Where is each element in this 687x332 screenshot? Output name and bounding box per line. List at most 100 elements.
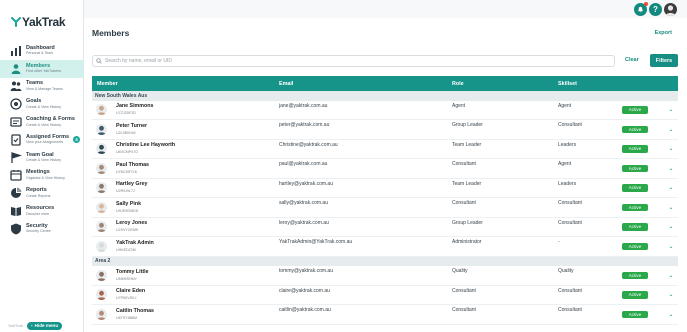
sidebar-item-text: Assigned Forms View your Assignments — [26, 134, 69, 145]
member-skillset: Consultant — [558, 287, 582, 294]
status-badge[interactable]: Active — [622, 203, 648, 211]
table-row[interactable]: Claire Eden U7P5KVSKJ claire@yaktrak.com.a… — [92, 286, 678, 305]
status-badge[interactable]: Active — [622, 310, 648, 318]
member-cell: Christine Lee Hayworth U6VCMPX7O — [92, 140, 279, 159]
sidebar-item-assigned-forms[interactable]: Assigned Forms View your Assignments 4 — [0, 131, 84, 149]
status-cell: Active — [622, 140, 664, 159]
hide-menu-button[interactable]: ‹ Hide menu — [27, 321, 63, 330]
table-row[interactable]: Caitlin Thomas U6TSY8B8M caitlin@yaktrak.c… — [92, 305, 678, 325]
table-row[interactable]: Peter Turner U2L3B0H40 peter@yaktrak.com.a… — [92, 120, 678, 140]
chevron-down-icon[interactable]: ⌄ — [668, 291, 673, 298]
header-member[interactable]: Member — [92, 81, 279, 87]
chevron-down-icon[interactable]: ⌄ — [668, 223, 673, 230]
member-text: YakTrak Admin UHKEDZ2M — [116, 240, 154, 252]
member-role: Team Leader — [452, 180, 482, 187]
sidebar-item-sublabel: Organise & View History — [26, 175, 65, 180]
table-row[interactable]: Hartley Grey U2R9J9L7J hartley@yaktrak.com… — [92, 179, 678, 198]
sidebar-item-resources[interactable]: Resources Discover more — [0, 202, 84, 220]
sidebar-item-text: Dashboard Personal & Team — [26, 45, 55, 56]
export-link[interactable]: Export — [655, 30, 672, 36]
user-avatar[interactable] — [664, 3, 677, 16]
status-badge[interactable]: Active — [622, 242, 648, 250]
table-row[interactable]: Leroy Jones U2SVY2G6RI leroy@yaktrak.com.a… — [92, 218, 678, 237]
clear-button[interactable]: Clear — [625, 57, 639, 63]
member-uid: UMM9SHMY — [116, 276, 137, 281]
member-avatar — [96, 269, 107, 281]
member-email: caitlin@yaktrak.com.au — [279, 307, 331, 313]
filters-button[interactable]: Filters — [650, 54, 678, 67]
sidebar-item-sublabel: Security Centre — [26, 229, 51, 234]
member-cell: Sally Pink UHJE9GMDD — [92, 198, 279, 217]
sidebar-item-reports[interactable]: Reports Create Reports — [0, 184, 84, 202]
chevron-down-icon[interactable]: ⌄ — [668, 243, 673, 250]
status-badge[interactable]: Active — [622, 125, 648, 133]
member-name[interactable]: Peter Turner — [116, 123, 147, 130]
table-row[interactable]: YakTrak Admin UHKEDZ2M YakTrakAdmin@YakTra… — [92, 237, 678, 257]
member-role: Consultant — [452, 287, 476, 294]
status-cell: Active — [622, 218, 664, 237]
member-name[interactable]: YakTrak Admin — [116, 240, 154, 247]
header-skillset[interactable]: Skillset — [558, 81, 622, 87]
sidebar-item-coaching-forms[interactable]: Coaching & Forms Create & View History — [0, 113, 84, 131]
security-icon — [10, 223, 22, 235]
member-avatar — [96, 240, 107, 252]
member-email: YakTrakAdmin@YakTrak.com.au — [279, 239, 353, 245]
sidebar-item-label: Resources — [26, 205, 55, 212]
table-row[interactable]: Tommy Little UMM9SHMY tommy@yaktrak.com.au… — [92, 266, 678, 286]
member-name[interactable]: Jane Simmons — [116, 104, 153, 110]
table-row[interactable]: Paul Thomas UY6CMF7LK paul@yaktrak.com.au C… — [92, 159, 678, 179]
expand-cell: ⌄ — [664, 140, 678, 159]
chevron-down-icon[interactable]: ⌄ — [668, 311, 673, 318]
header-email[interactable]: Email — [279, 81, 452, 87]
teams-icon — [10, 80, 22, 92]
notifications-button[interactable] — [634, 2, 648, 16]
status-badge[interactable]: Active — [622, 106, 648, 114]
help-button[interactable]: ? — [649, 3, 662, 16]
status-badge[interactable]: Active — [622, 145, 648, 153]
chevron-down-icon[interactable]: ⌄ — [668, 145, 673, 152]
header-role[interactable]: Role — [452, 81, 558, 87]
member-name[interactable]: Hartley Grey — [116, 182, 148, 188]
member-skillset: Leaders — [558, 141, 577, 148]
table-row[interactable]: Sally Pink UHJE9GMDD sally@yaktrak.com.au C… — [92, 198, 678, 218]
status-badge[interactable]: Active — [622, 291, 648, 299]
member-name[interactable]: Caitlin Thomas — [116, 308, 154, 315]
member-name[interactable]: Christine Lee Hayworth — [116, 143, 175, 149]
members-icon — [10, 63, 22, 75]
chevron-down-icon[interactable]: ⌄ — [668, 272, 673, 279]
sidebar-item-dashboard[interactable]: Dashboard Personal & Team — [0, 42, 84, 60]
status-badge[interactable]: Active — [622, 271, 648, 279]
status-badge[interactable]: Active — [622, 164, 648, 172]
member-role: Consultant — [452, 161, 476, 167]
status-badge[interactable]: Active — [622, 223, 648, 231]
sidebar-item-meetings[interactable]: Meetings Organise & View History — [0, 167, 84, 185]
yaktrak-logo[interactable]: YakTrak — [11, 15, 66, 29]
chevron-down-icon[interactable]: ⌄ — [668, 106, 673, 113]
search-input[interactable] — [105, 58, 614, 64]
chevron-down-icon[interactable]: ⌄ — [668, 165, 673, 172]
members-table: Member Email Role Skillset New South Wal… — [92, 76, 678, 325]
member-name[interactable]: Claire Eden — [116, 289, 145, 295]
status-cell: Active — [622, 159, 664, 178]
chevron-down-icon[interactable]: ⌄ — [668, 204, 673, 211]
sidebar-item-members[interactable]: Members Find other YakTrakers — [0, 59, 84, 78]
member-name[interactable]: Tommy Little — [116, 269, 149, 276]
expand-cell: ⌄ — [664, 266, 678, 285]
resources-icon — [10, 205, 22, 217]
member-skillset: Leaders — [558, 180, 577, 187]
table-row[interactable]: Christine Lee Hayworth U6VCMPX7O Christine… — [92, 140, 678, 159]
member-role: Group Leader — [452, 122, 483, 128]
member-skillset: - — [558, 239, 560, 245]
chevron-down-icon[interactable]: ⌄ — [668, 126, 673, 133]
status-badge[interactable]: Active — [622, 184, 648, 192]
sidebar-item-teams[interactable]: Teams View & Manage Teams — [0, 78, 84, 96]
sidebar-item-goals[interactable]: Goals Create & View History — [0, 95, 84, 113]
chevron-down-icon[interactable]: ⌄ — [668, 184, 673, 191]
member-name[interactable]: Paul Thomas — [116, 162, 149, 169]
sidebar-item-sublabel: Find other YakTrakers — [26, 69, 62, 74]
sidebar-item-team-goal[interactable]: Team Goal Create & View History — [0, 149, 84, 167]
member-name[interactable]: Leroy Jones — [116, 221, 147, 227]
member-name[interactable]: Sally Pink — [116, 201, 141, 208]
table-row[interactable]: Jane Simmons U7ZJ2DF2D jane@yaktrak.com.au… — [92, 101, 678, 120]
sidebar-item-security[interactable]: Security Security Centre — [0, 220, 84, 238]
